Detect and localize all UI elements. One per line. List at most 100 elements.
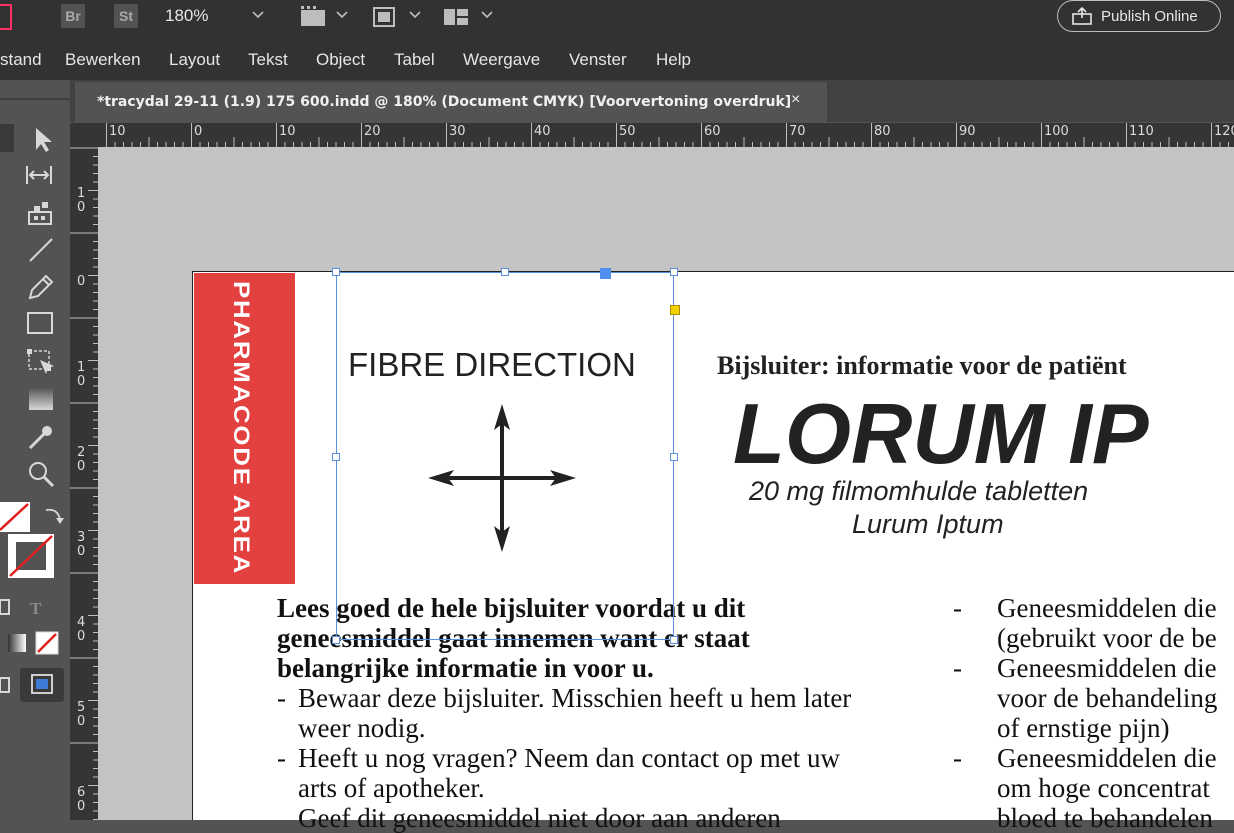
fill-swatch-none-icon[interactable] [0, 502, 34, 536]
screen-mode-chevron-icon[interactable] [335, 10, 349, 20]
resize-handle-top[interactable] [501, 268, 509, 276]
ruler-label: 5 0 [77, 700, 86, 729]
menu-tabel[interactable]: Tabel [394, 50, 435, 70]
ruler-label: 120 [1214, 124, 1234, 139]
ruler-label: 90 [959, 124, 976, 139]
arrange-documents-chevron-icon[interactable] [480, 10, 494, 20]
intro-line: belangrijke informatie in voor u. [277, 653, 654, 683]
list-item-text: Geneesmiddelen die [997, 653, 1217, 683]
ruler-label: 0 [77, 274, 86, 289]
free-transform-tool-icon[interactable] [26, 346, 56, 376]
eyedropper-tool-icon[interactable] [26, 422, 56, 452]
screen-mode-icon[interactable] [298, 4, 330, 30]
close-tab-icon[interactable]: × [791, 91, 800, 109]
menu-bewerken[interactable]: Bewerken [65, 50, 141, 70]
bullet-dash: - [277, 683, 286, 713]
view-options-chevron-icon[interactable] [408, 10, 422, 20]
ruler-label: 3 0 [77, 530, 86, 559]
stock-button[interactable]: St [114, 4, 138, 28]
list-item-text: Bewaar deze bijsluiter. Misschien heeft … [298, 683, 852, 713]
right-column-list: - Geneesmiddelen die (gebruikt voor de be… [953, 593, 1217, 833]
menu-layout[interactable]: Layout [169, 50, 220, 70]
zoom-tool-icon[interactable] [26, 459, 56, 489]
share-upload-icon [1072, 7, 1092, 25]
list-item-continuation: om hoge concentrat [997, 773, 1210, 803]
menu-help[interactable]: Help [656, 50, 691, 70]
list-item-text: Geneesmiddelen die [997, 593, 1217, 623]
ruler-label: 0 [194, 124, 203, 139]
bullet-dash: - [953, 653, 962, 683]
bullet-dash: - [953, 743, 962, 773]
ruler-label: 10 [109, 124, 126, 139]
ruler-origin-corner[interactable] [70, 123, 98, 147]
selection-tool-button[interactable] [0, 124, 14, 152]
list-item: - Geneesmiddelen die [953, 593, 1217, 623]
apply-gradient-icon[interactable] [6, 628, 36, 658]
resize-handle-bottom-left[interactable] [332, 636, 340, 644]
bridge-button[interactable]: Br [61, 4, 85, 28]
direct-selection-icon[interactable] [28, 124, 58, 154]
ruler-label: 20 [364, 124, 381, 139]
application-bar: Br St 180% Publish Online [0, 0, 1234, 38]
ruler-label: 80 [874, 124, 891, 139]
svg-text:T: T [30, 599, 42, 618]
apply-none-icon[interactable] [34, 628, 64, 658]
list-item-continuation: (gebruikt voor de be [997, 623, 1217, 653]
product-name: LORUM IP [733, 387, 1149, 482]
ruler-label: 6 0 [77, 785, 86, 814]
vertical-ruler[interactable]: 1 0 0 1 0 2 0 3 0 4 0 5 0 6 0 [70, 147, 98, 820]
ruler-label: 2 0 [77, 445, 86, 474]
ruler-label: 60 [704, 124, 721, 139]
swap-fill-stroke-icon[interactable] [40, 502, 70, 532]
zoom-level-field[interactable]: 180% [165, 6, 208, 26]
app-logo-icon[interactable] [0, 4, 12, 30]
resize-handle-left[interactable] [332, 453, 340, 461]
list-item: - Heeft u nog vragen? Neem dan contact op… [277, 743, 851, 773]
list-item-continuation: bloed te behandelen [997, 803, 1213, 833]
arrange-documents-icon[interactable] [442, 4, 470, 30]
list-item-text: Heeft u nog vragen? Neem dan contact op … [298, 743, 841, 773]
gap-tool-icon[interactable] [24, 160, 54, 190]
line-tool-icon[interactable] [26, 235, 56, 265]
resize-handle-bottom-right[interactable] [670, 636, 678, 644]
tools-panel: T [0, 80, 70, 820]
menu-tekst[interactable]: Tekst [248, 50, 288, 70]
generic-name: Lurum Iptum [852, 509, 1004, 539]
list-item-continuation: arts of apotheker. [298, 773, 485, 803]
svg-text:PHARMACODE AREA: PHARMACODE AREA [229, 281, 254, 575]
gradient-feather-icon[interactable] [26, 384, 56, 414]
horizontal-ruler[interactable]: 10 0 10 20 30 40 50 60 70 80 90 100 110 … [98, 123, 1234, 147]
resize-handle-top-left[interactable] [332, 268, 340, 276]
content-grabber-handle[interactable] [600, 268, 611, 279]
content-collector-icon[interactable] [26, 198, 56, 228]
publish-online-button[interactable]: Publish Online [1057, 0, 1221, 32]
zoom-dropdown-chevron-icon[interactable] [251, 10, 265, 20]
menu-weergave[interactable]: Weergave [463, 50, 540, 70]
stroke-swatch-none-icon[interactable] [6, 532, 58, 582]
list-item: - Geneesmiddelen die [953, 743, 1217, 773]
ruler-label: 110 [1129, 124, 1154, 139]
preview-mode-icon[interactable] [20, 668, 64, 702]
menu-bestand[interactable]: stand [0, 50, 42, 70]
selected-frame[interactable] [336, 272, 674, 640]
resize-handle-right[interactable] [670, 453, 678, 461]
menu-object[interactable]: Object [316, 50, 365, 70]
publish-online-label: Publish Online [1101, 8, 1198, 25]
ruler-label: 1 0 [77, 360, 86, 389]
pencil-tool-icon[interactable] [26, 272, 56, 302]
view-options-icon[interactable] [370, 4, 398, 30]
list-item: - Geneesmiddelen die [953, 653, 1217, 683]
menu-venster[interactable]: Venster [569, 50, 627, 70]
list-item-continuation: voor de behandeling [997, 683, 1218, 713]
formatting-text-icon[interactable]: T [26, 592, 56, 622]
corner-options-handle[interactable] [670, 305, 680, 315]
list-item-text: Geneesmiddelen die [997, 743, 1217, 773]
ruler-label: 4 0 [77, 615, 86, 644]
rectangle-tool-icon[interactable] [26, 309, 56, 339]
list-item-continuation: weer nodig. [298, 713, 426, 743]
ruler-label: 40 [534, 124, 551, 139]
bullet-list: - Bewaar deze bijsluiter. Misschien heeft… [277, 683, 851, 833]
resize-handle-top-right[interactable] [670, 268, 678, 276]
document-tab-title: *tracydal 29-11 (1.9) 175 600.indd @ 180… [97, 94, 792, 110]
ruler-label: 1 0 [77, 186, 86, 215]
